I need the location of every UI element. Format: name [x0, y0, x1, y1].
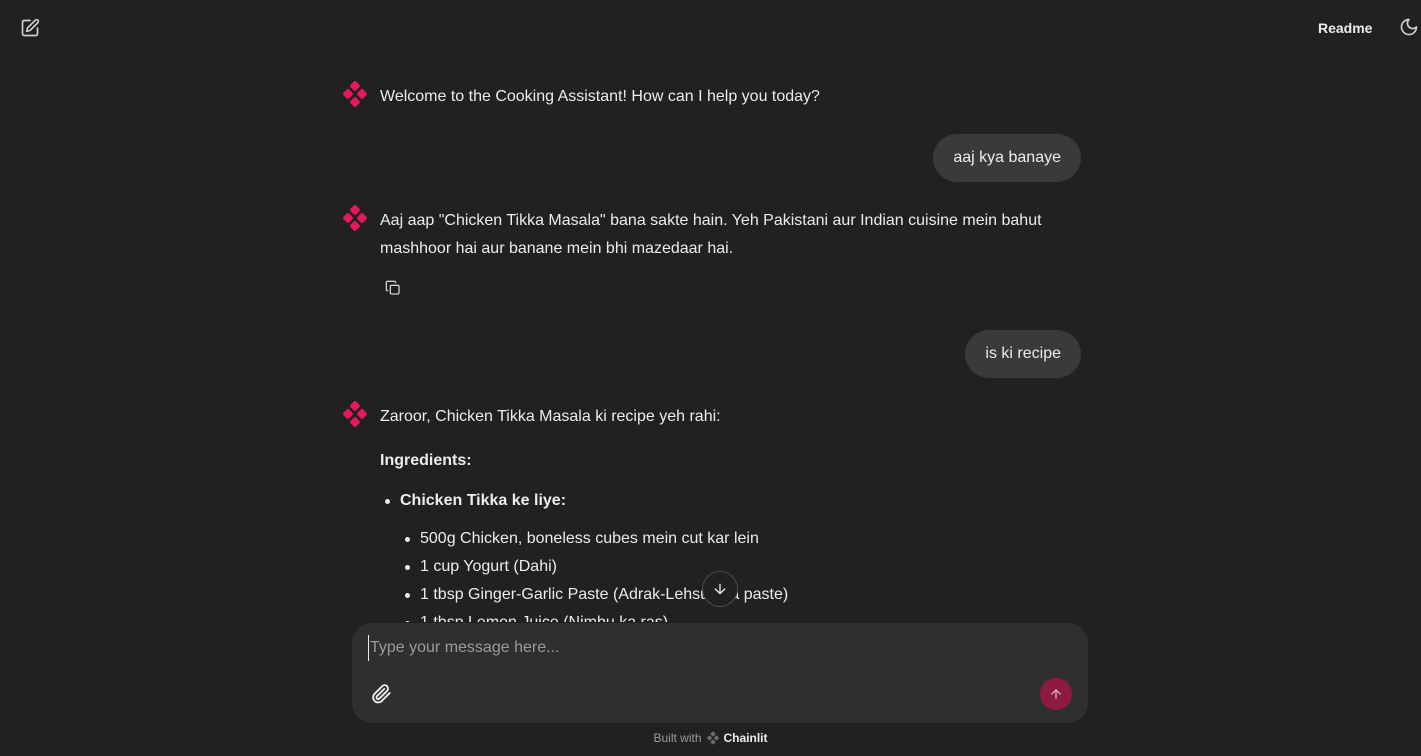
assistant-message: Aaj aap "Chicken Tikka Masala" bana sakt…	[341, 205, 1081, 263]
copy-button[interactable]	[380, 275, 406, 301]
readme-button[interactable]: Readme	[1310, 18, 1380, 38]
footer: Built with Chainlit	[0, 731, 1421, 745]
edit-icon	[21, 18, 40, 37]
copy-icon	[385, 280, 400, 295]
user-message-bubble: aaj kya banaye	[933, 134, 1081, 182]
assistant-message-text: Welcome to the Cooking Assistant! How ca…	[380, 88, 820, 105]
user-message: is ki recipe	[341, 330, 1081, 378]
chat-thread[interactable]: Welcome to the Cooking Assistant! How ca…	[0, 56, 1421, 622]
user-message: aaj kya banaye	[341, 134, 1081, 182]
ingredient-group-title: Chicken Tikka ke liye:	[400, 492, 567, 509]
moon-icon	[1400, 18, 1418, 36]
recipe-intro: Zaroor, Chicken Tikka Masala ki recipe y…	[380, 408, 721, 425]
arrow-down-icon	[714, 583, 726, 595]
message-composer	[352, 623, 1088, 723]
list-item: 500g Chicken, boneless cubes mein cut ka…	[400, 525, 1081, 553]
ingredients-heading: Ingredients:	[380, 452, 472, 469]
chainlit-logo-icon	[706, 731, 719, 745]
message-input[interactable]	[368, 635, 1068, 661]
attach-button[interactable]	[370, 683, 392, 705]
new-chat-button[interactable]	[18, 16, 42, 40]
chainlit-link[interactable]: Chainlit	[724, 731, 768, 745]
paperclip-icon	[372, 684, 391, 704]
list-item: 1 tbsp Ginger-Garlic Paste (Adrak-Lehsun…	[400, 581, 1081, 609]
arrow-up-icon	[1051, 689, 1061, 699]
send-button[interactable]	[1040, 678, 1072, 710]
list-item: 1 tbsp Lemon Juice (Nimbu ka ras)	[400, 609, 1081, 622]
scroll-to-bottom-button[interactable]	[702, 571, 738, 607]
assistant-message-text: Aaj aap "Chicken Tikka Masala" bana sakt…	[380, 212, 1042, 257]
theme-toggle-button[interactable]	[1399, 17, 1421, 39]
assistant-avatar-icon	[343, 81, 367, 107]
assistant-message: Welcome to the Cooking Assistant! How ca…	[341, 81, 1081, 111]
built-with-text: Built with	[653, 731, 702, 745]
list-item: 1 cup Yogurt (Dahi)	[400, 553, 1081, 581]
ingredient-items: 500g Chicken, boneless cubes mein cut ka…	[400, 525, 1081, 622]
top-bar: Readme	[0, 0, 1421, 56]
user-message-bubble: is ki recipe	[965, 330, 1081, 378]
assistant-avatar-icon	[343, 401, 367, 427]
assistant-avatar-icon	[343, 205, 367, 231]
